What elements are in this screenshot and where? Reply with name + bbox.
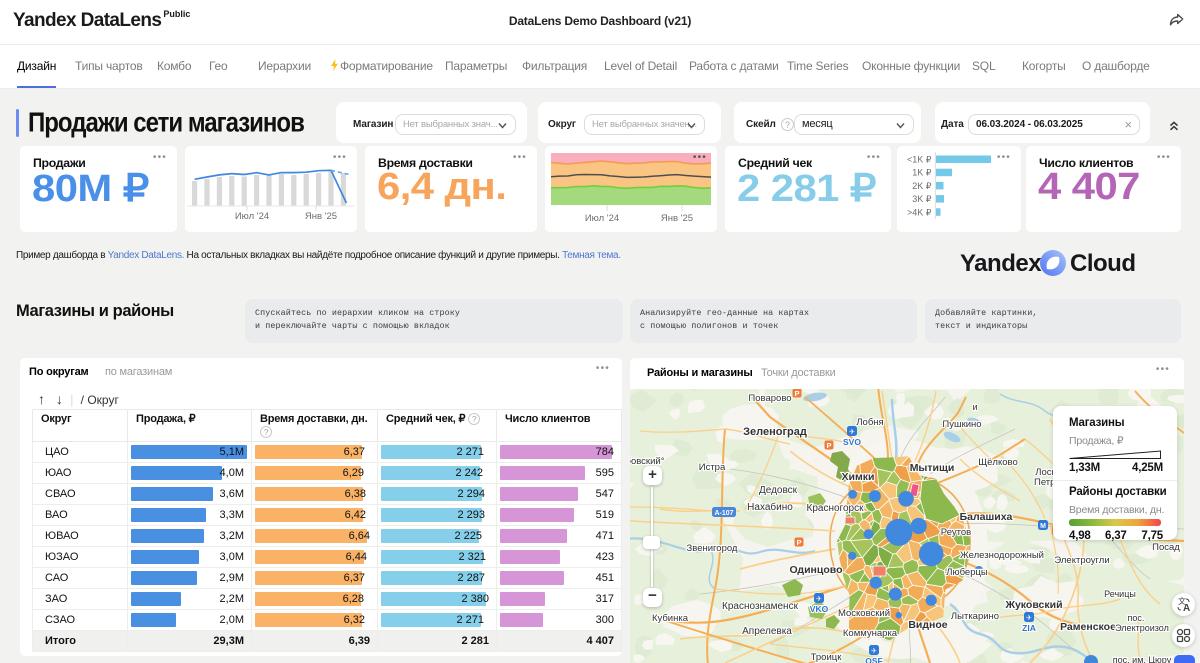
svg-text:Лобня: Лобня — [856, 417, 883, 428]
svg-text:Краснознаменск: Краснознаменск — [722, 601, 799, 612]
svg-text:Лыткарино: Лыткарино — [951, 611, 999, 622]
svg-text:Cloud: Cloud — [1070, 250, 1135, 277]
svg-text:пос.: пос. — [1128, 613, 1145, 623]
svg-text:✈: ✈ — [871, 648, 877, 655]
svg-text:Красногорск: Красногорск — [807, 503, 865, 514]
svg-text:1K ₽: 1K ₽ — [912, 168, 932, 178]
svg-text:Балашиха: Балашиха — [960, 511, 1013, 523]
svg-text:Люберцы: Люберцы — [946, 567, 988, 578]
svg-text:Троицк: Троицк — [811, 652, 843, 663]
svg-text:Нахабино: Нахабино — [747, 501, 793, 513]
svg-text:✈: ✈ — [816, 596, 822, 603]
svg-text:Истра: Истра — [699, 462, 726, 473]
svg-text:>4K ₽: >4K ₽ — [907, 207, 932, 217]
svg-text:P: P — [826, 441, 831, 450]
svg-text:OSF: OSF — [865, 656, 882, 663]
svg-text:Янв '25: Янв '25 — [661, 213, 693, 224]
svg-text:VKO: VKO — [810, 604, 829, 614]
svg-text:Химки: Химки — [842, 471, 875, 483]
svg-text:3K ₽: 3K ₽ — [912, 194, 932, 204]
svg-text:Московский: Московский — [838, 608, 890, 619]
svg-text:SVO: SVO — [843, 437, 861, 447]
svg-text:Одинцово: Одинцово — [790, 564, 843, 576]
svg-text:Электроугли: Электроугли — [1054, 555, 1109, 566]
svg-text:Посад: Посад — [1152, 542, 1180, 553]
svg-text:Реутов: Реутов — [941, 527, 971, 538]
svg-text:Поварово: Поварово — [748, 393, 791, 404]
svg-text:Июл '24: Июл '24 — [585, 213, 619, 224]
svg-text:Коммунарка: Коммунарка — [843, 628, 898, 639]
svg-text:Дедовск: Дедовск — [759, 485, 798, 496]
svg-text:ZIA: ZIA — [1022, 623, 1036, 633]
svg-text:Зеленоград: Зеленоград — [743, 426, 807, 438]
svg-text:Жуковский: Жуковский — [1004, 599, 1062, 611]
svg-text:Пушкино: Пушкино — [942, 419, 981, 430]
svg-text:и: и — [972, 402, 977, 412]
svg-text:Видное: Видное — [908, 619, 947, 631]
svg-text:Янв '25: Янв '25 — [305, 211, 337, 222]
svg-text:Yandex: Yandex — [960, 250, 1042, 277]
svg-text:Кубинка: Кубинка — [652, 613, 689, 624]
svg-text:Апрелевка: Апрелевка — [742, 626, 792, 637]
svg-text:✈: ✈ — [849, 429, 855, 436]
svg-text:Электроизол: Электроизол — [1115, 623, 1169, 633]
svg-text:Звенигород: Звенигород — [687, 543, 738, 554]
svg-text:Железнодорожный: Железнодорожный — [960, 550, 1044, 561]
svg-text:2K ₽: 2K ₽ — [912, 181, 932, 191]
svg-text:пос. им. Цюру: пос. им. Цюру — [1113, 655, 1172, 663]
svg-text:P: P — [794, 389, 799, 398]
svg-text:Раменское: Раменское — [1060, 621, 1116, 633]
svg-text:A: A — [1183, 603, 1190, 614]
svg-text:М: М — [1040, 523, 1046, 530]
svg-text:Щёлково: Щёлково — [978, 457, 1018, 468]
svg-text:Июл '24: Июл '24 — [235, 211, 269, 222]
svg-text:<1K ₽: <1K ₽ — [907, 155, 932, 165]
svg-text:Речицы: Речицы — [1104, 589, 1136, 599]
svg-text:P: P — [796, 538, 801, 547]
svg-text:✈: ✈ — [1026, 615, 1032, 622]
svg-text:Мытищи: Мытищи — [910, 462, 955, 474]
svg-text:А-107: А-107 — [714, 510, 733, 517]
